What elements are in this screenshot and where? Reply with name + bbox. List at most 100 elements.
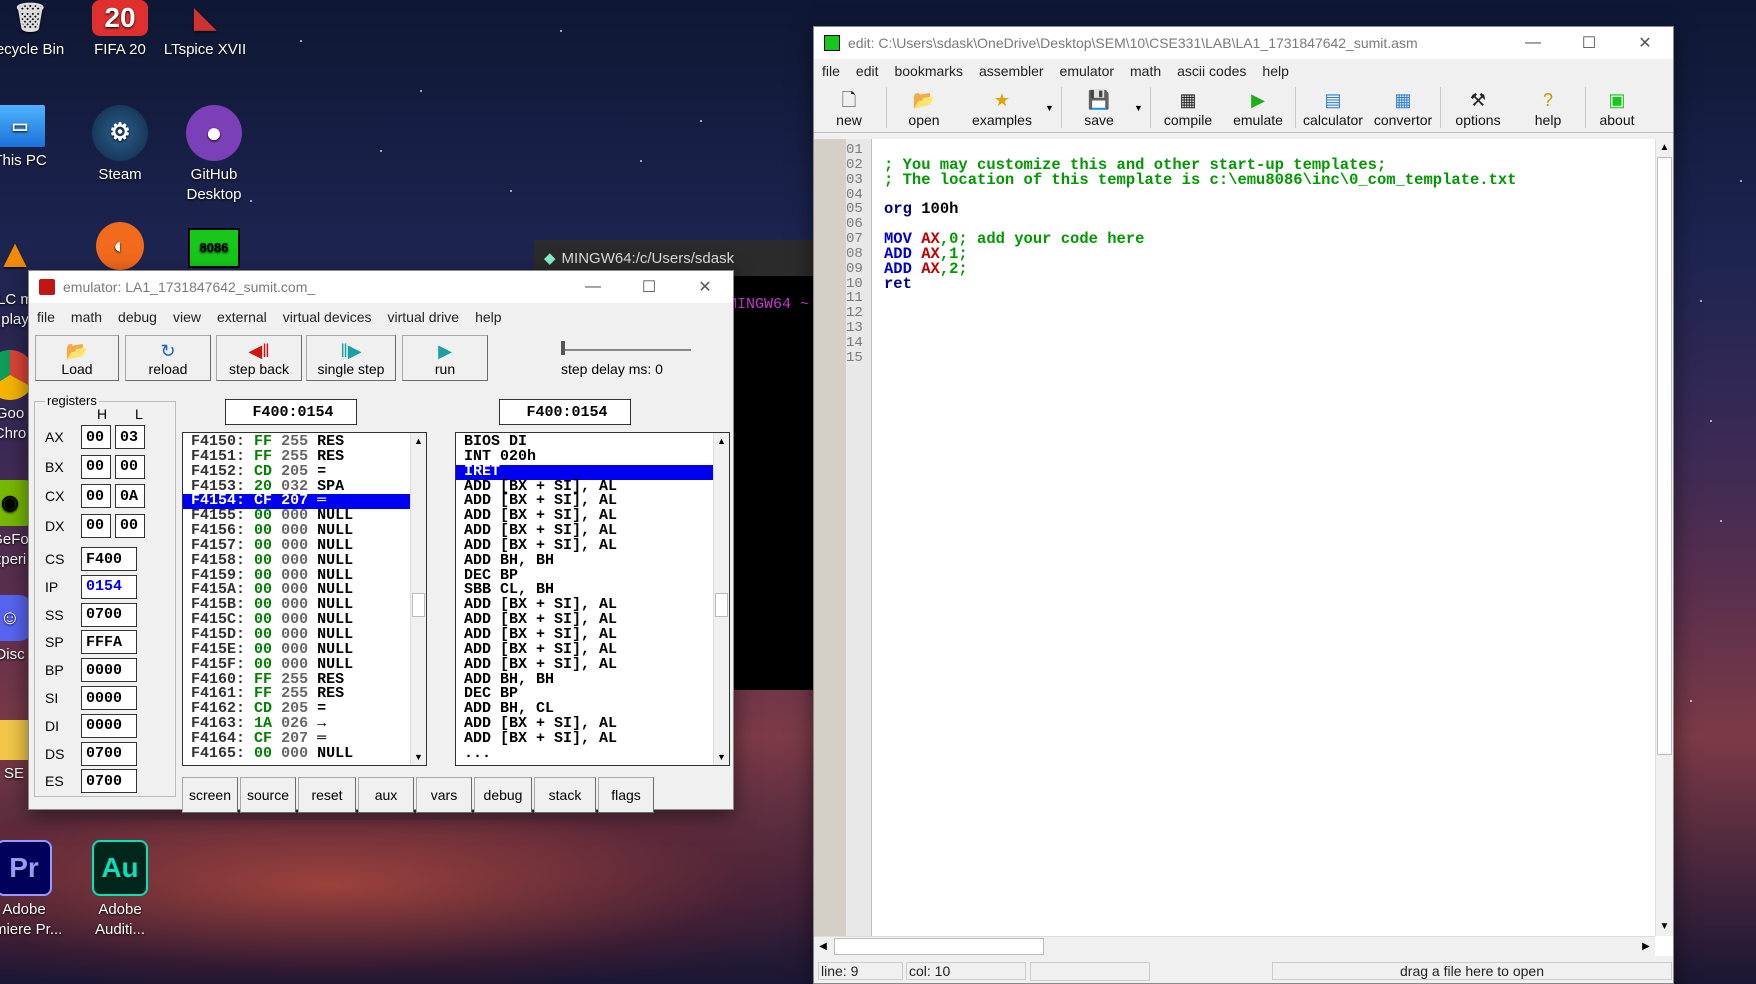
scroll-down-arrow-icon[interactable]: ▼ [1656,918,1673,936]
source-button[interactable]: source [240,777,296,813]
menu-emulator[interactable]: emulator [1052,63,1122,79]
menu-edit[interactable]: edit [848,63,887,79]
desktop-icon-steam[interactable]: ⚙ Steam [70,105,170,185]
toolbar-options-button[interactable]: ⚒ options [1443,83,1513,132]
menu-math[interactable]: math [1122,63,1169,79]
register-value[interactable]: 0000 [81,713,137,738]
editor-horizontal-scrollbar[interactable]: ◀ ▶ [814,936,1655,956]
menu-ascii-codes[interactable]: ascii codes [1169,63,1254,79]
close-button[interactable]: ✕ [1617,27,1673,59]
desktop-icon-8086[interactable]: 8086 [164,228,264,268]
disassembly-row[interactable]: ... [456,746,714,762]
maximize-button[interactable]: ☐ [621,271,677,303]
disassembly-list[interactable]: BIOS DI INT 020h IRET ADD [BX + SI], AL ADD … [455,432,730,766]
desktop-icon-github[interactable]: ● GitHub Desktop [164,105,264,205]
register-high-byte[interactable]: 00 [81,425,111,449]
scroll-up-arrow-icon[interactable]: ▲ [1656,139,1673,157]
code-editor[interactable]: ; You may customize this and other start… [884,143,1653,936]
menu-view[interactable]: view [165,309,209,325]
desktop-icon-premiere[interactable]: Pr Adobe emiere Pr... [0,840,74,940]
desktop-icon-audition[interactable]: Au Adobe Auditi... [70,840,170,940]
menu-virtual-devices[interactable]: virtual devices [275,309,380,325]
editor-titlebar[interactable]: edit: C:\Users\sdask\OneDrive\Desktop\SE… [814,27,1673,59]
menu-debug[interactable]: debug [110,309,165,325]
menu-math[interactable]: math [63,309,110,325]
register-value[interactable]: 0700 [81,741,137,766]
toolbar-examples-button[interactable]: ★ examples [959,83,1045,132]
menu-help[interactable]: help [1254,63,1296,79]
register-high-byte[interactable]: 00 [81,454,111,479]
debug-button[interactable]: debug [474,777,532,813]
menu-assembler[interactable]: assembler [971,63,1052,79]
flags-button[interactable]: flags [598,777,654,813]
step-delay-slider[interactable]: step delay ms: 0 [559,337,723,383]
screen-button[interactable]: screen [182,777,238,813]
memory-scrollbar[interactable]: ▲ ▼ [410,433,426,765]
hscroll-thumb[interactable] [834,938,1044,955]
stack-button[interactable]: stack [534,777,596,813]
menu-file[interactable]: file [29,309,63,325]
scroll-thumb[interactable] [412,593,425,617]
dropdown-arrow-icon[interactable]: ▼ [1045,83,1059,132]
disassembly-row[interactable]: ADD [BX + SI], AL [456,731,714,747]
close-button[interactable]: ✕ [677,271,733,303]
register-value[interactable]: 0700 [81,769,137,794]
toolbar-convertor-button[interactable]: ▦ convertor [1368,83,1438,132]
run-button[interactable]: ▶ run [402,335,488,381]
register-low-byte[interactable]: 00 [115,454,145,479]
maximize-button[interactable]: ☐ [1561,27,1617,59]
scroll-left-arrow-icon[interactable]: ◀ [814,937,832,957]
desktop-icon-this-pc[interactable]: ▭ This PC [0,105,70,171]
toolbar-about-button[interactable]: ▣ about [1588,83,1646,132]
editor-window[interactable]: edit: C:\Users\sdask\OneDrive\Desktop\SE… [813,26,1674,984]
editor-vertical-scrollbar[interactable]: ▲ ▼ [1655,139,1673,936]
minimize-button[interactable]: — [565,271,621,303]
register-value[interactable]: 0700 [81,602,137,627]
register-low-byte[interactable]: 00 [115,513,145,538]
memory-address-field[interactable]: F400:0154 [225,399,357,425]
register-value[interactable]: F400 [81,547,137,571]
menu-bookmarks[interactable]: bookmarks [886,63,970,79]
emulator-window[interactable]: emulator: LA1_1731847642_sumit.com_ — ☐ … [28,270,734,813]
memory-list[interactable]: F4150: FF 255 RES F4151: FF 255 RES F4152:… [182,432,427,766]
single-step-button[interactable]: ‖▶ single step [306,335,396,381]
register-value[interactable]: 0000 [81,686,137,710]
slider-track[interactable] [561,349,691,351]
menu-virtual-drive[interactable]: virtual drive [380,309,468,325]
disassembly-scrollbar[interactable]: ▲ ▼ [713,433,729,765]
desktop-icon-ltspice[interactable]: ◣ LTspice XVII [155,0,255,60]
reload-button[interactable]: ↻ reload [125,335,211,381]
scroll-up-arrow-icon[interactable]: ▲ [411,433,426,449]
register-high-byte[interactable]: 00 [81,513,111,538]
scroll-thumb[interactable] [1657,157,1672,755]
toolbar-new-button[interactable]: 🗋 new [814,83,884,132]
menu-external[interactable]: external [209,309,275,325]
toolbar-save-button[interactable]: 💾 save [1064,83,1134,132]
reset-button[interactable]: reset [298,777,356,813]
scroll-down-arrow-icon[interactable]: ▼ [411,749,426,765]
scroll-thumb[interactable] [715,593,728,617]
toolbar-emulate-button[interactable]: ▶ emulate [1223,83,1293,132]
toolbar-calculator-button[interactable]: ▤ calculator [1298,83,1368,132]
step-back-button[interactable]: ◀‖ step back [216,335,302,381]
register-value[interactable]: 0000 [81,658,137,683]
desktop-icon-firefox-like[interactable]: ◐ [70,222,170,274]
emulator-titlebar[interactable]: emulator: LA1_1731847642_sumit.com_ — ☐ … [29,271,733,303]
vars-button[interactable]: vars [416,777,472,813]
register-value[interactable]: FFFA [81,630,137,655]
slider-thumb[interactable] [561,341,565,355]
register-value[interactable]: 0154 [81,574,137,599]
scroll-right-arrow-icon[interactable]: ▶ [1637,937,1655,957]
menu-help[interactable]: help [467,309,509,325]
scroll-up-arrow-icon[interactable]: ▲ [714,433,729,449]
register-low-byte[interactable]: 03 [115,425,145,449]
toolbar-open-button[interactable]: 📂 open [889,83,959,132]
register-high-byte[interactable]: 00 [81,484,111,508]
menu-file[interactable]: file [814,63,848,79]
aux-button[interactable]: aux [358,777,414,813]
register-low-byte[interactable]: 0A [115,484,145,508]
memory-row[interactable]: F4165: 00 000 NULL [183,746,419,762]
dropdown-arrow-icon[interactable]: ▼ [1134,83,1148,132]
desktop-icon-recycle-bin[interactable]: 🗑 ecycle Bin [0,0,80,60]
toolbar-compile-button[interactable]: ▦ compile [1153,83,1223,132]
